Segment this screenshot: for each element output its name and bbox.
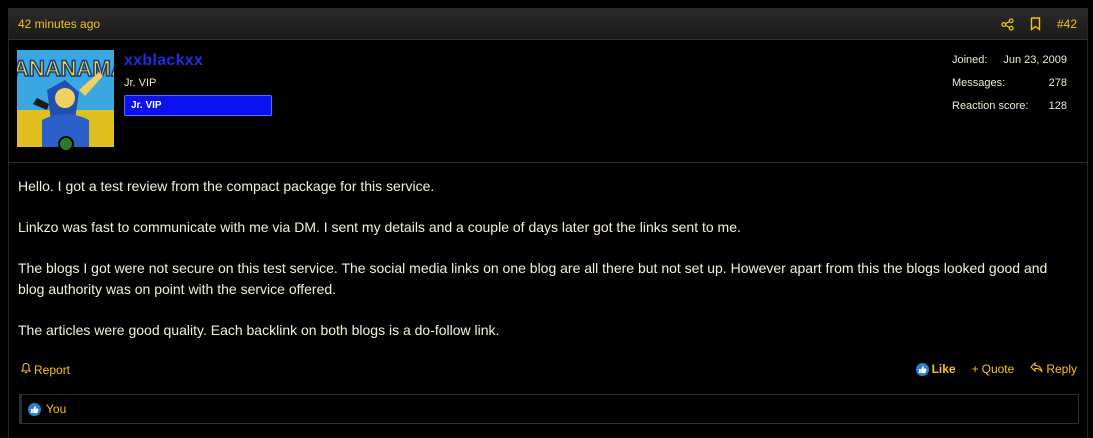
message-body: Hello. I got a test review from the comp… xyxy=(18,176,1068,361)
reactions-summary[interactable]: You xyxy=(46,402,66,416)
reactions-bar[interactable]: You xyxy=(19,394,1079,424)
reply-button[interactable]: Reply xyxy=(1030,361,1077,376)
message-paragraph: Linkzo was fast to communicate with me v… xyxy=(18,219,741,235)
message-paragraph: Hello. I got a test review from the comp… xyxy=(18,178,435,194)
bell-icon xyxy=(20,362,32,377)
username-link[interactable]: xxblackxx xyxy=(124,52,272,70)
user-title: Jr. VIP xyxy=(124,77,157,89)
avatar[interactable]: ANANAMA xyxy=(17,50,114,147)
post-container: 42 minutes ago #42 ANANAMA xxblackxx Jr.… xyxy=(8,8,1088,438)
online-status-indicator xyxy=(58,136,74,152)
share-icon[interactable] xyxy=(1001,17,1014,31)
like-button[interactable]: Like xyxy=(915,362,956,376)
post-number-link[interactable]: #42 xyxy=(1057,17,1077,31)
quote-button[interactable]: + Quote xyxy=(972,362,1015,376)
user-banner: Jr. VIP xyxy=(124,95,272,116)
stat-messages: Messages: 278 xyxy=(952,77,1067,89)
user-stats: Joined: Jun 23, 2009 Messages: 278 Reactio… xyxy=(952,54,1067,123)
stat-reaction-score: Reaction score: 128 xyxy=(952,100,1067,112)
thumbs-up-icon xyxy=(28,402,41,416)
divider xyxy=(9,162,1087,163)
message-paragraph: The blogs I got were not secure on this … xyxy=(18,260,1048,297)
report-button[interactable]: Report xyxy=(20,362,70,377)
plus-icon: + xyxy=(971,362,979,376)
report-label: Report xyxy=(34,362,71,377)
stat-joined: Joined: Jun 23, 2009 xyxy=(952,54,1067,66)
reply-arrow-icon xyxy=(1030,361,1043,376)
message-paragraph: The articles were good quality. Each bac… xyxy=(18,322,500,338)
thumbs-up-icon xyxy=(915,362,929,376)
bookmark-icon[interactable] xyxy=(1030,17,1041,31)
post-timestamp[interactable]: 42 minutes ago xyxy=(18,17,100,31)
post-header: 42 minutes ago #42 xyxy=(9,9,1087,40)
